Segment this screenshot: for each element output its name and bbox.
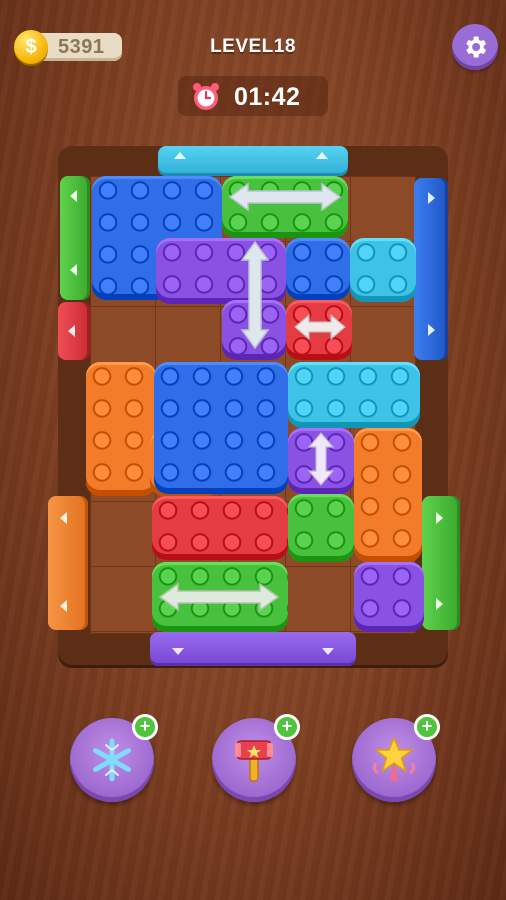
brick-cyan-wide[interactable]	[288, 362, 420, 428]
brick-blue-center[interactable]	[154, 362, 288, 494]
brick-purple-small-v[interactable]	[288, 428, 354, 494]
brick-studs	[222, 176, 348, 238]
brick-studs	[152, 496, 288, 560]
magic-booster-button[interactable]: +	[352, 714, 440, 802]
rail-right-top-arrow-icon	[428, 324, 435, 336]
rail-left-top-arrow-icon	[70, 190, 77, 202]
rail-left-bottom-arrow-icon	[60, 512, 67, 524]
rail-right-bottom-arrow-icon	[436, 598, 443, 610]
brick-studs	[288, 494, 354, 562]
snowflake-icon	[93, 738, 131, 782]
brick-green-bottom-h[interactable]	[152, 562, 288, 632]
brick-green-small[interactable]	[288, 494, 354, 562]
brick-studs	[286, 238, 350, 300]
rail-left-bottom-arrow-icon	[60, 600, 67, 612]
brick-purple-bottom-right[interactable]	[354, 562, 424, 632]
brick-red-wide[interactable]	[152, 496, 288, 560]
star-wand-icon	[372, 736, 416, 781]
brick-orange-v[interactable]	[354, 428, 422, 562]
rail-right-top-arrow-icon	[428, 192, 435, 204]
hammer-icon	[235, 740, 273, 782]
brick-studs	[350, 238, 416, 302]
brick-studs	[152, 562, 288, 632]
brick-orange-l[interactable]	[86, 362, 156, 496]
rail-top[interactable]	[158, 146, 348, 176]
rail-bottom-arrow-icon	[172, 648, 184, 655]
brick-studs	[354, 428, 422, 562]
brick-purple-l-v[interactable]	[222, 300, 286, 360]
brick-studs	[288, 428, 354, 494]
brick-red-small-h[interactable]	[286, 300, 352, 360]
add-freeze-button[interactable]: +	[132, 714, 158, 740]
brick-studs	[286, 300, 352, 360]
brick-studs	[354, 562, 424, 632]
brick-blue-mid[interactable]	[286, 238, 350, 300]
rail-bottom-arrow-icon	[322, 648, 334, 655]
rail-left-bottom[interactable]	[48, 496, 88, 630]
brick-cyan-small[interactable]	[350, 238, 416, 302]
rail-top-arrow-icon	[174, 152, 186, 159]
rail-left-mid-arrow-icon	[68, 325, 75, 337]
brick-studs	[154, 362, 288, 494]
rail-top-arrow-icon	[316, 152, 328, 159]
freeze-booster-button[interactable]: +	[70, 714, 158, 802]
brick-studs	[156, 238, 286, 304]
brick-studs	[288, 362, 420, 428]
hammer-booster-button[interactable]: +	[212, 714, 300, 802]
brick-purple-l-v[interactable]	[156, 238, 286, 304]
add-magic-button[interactable]: +	[414, 714, 440, 740]
add-hammer-button[interactable]: +	[274, 714, 300, 740]
rail-right-bottom-arrow-icon	[436, 512, 443, 524]
brick-studs	[222, 300, 286, 360]
rail-left-top-arrow-icon	[70, 264, 77, 276]
brick-green-top-h[interactable]	[222, 176, 348, 238]
brick-studs	[86, 362, 156, 496]
